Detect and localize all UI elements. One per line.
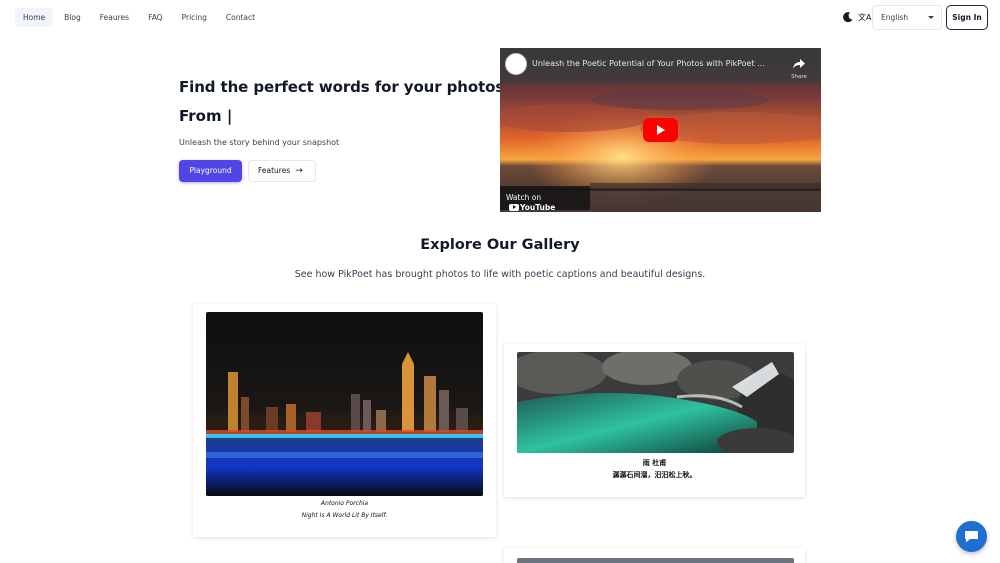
nav-link-blog[interactable]: Blog xyxy=(56,8,89,27)
play-button[interactable] xyxy=(643,118,678,142)
watch-on-youtube[interactable]: Watch on YouTube xyxy=(500,186,590,212)
channel-avatar[interactable] xyxy=(505,53,527,75)
chat-button[interactable] xyxy=(956,521,987,552)
card-caption-author: Antonio Porchia xyxy=(320,500,369,507)
stream-image xyxy=(517,352,794,453)
chat-icon xyxy=(965,531,978,543)
play-icon xyxy=(657,125,665,135)
share-icon xyxy=(793,59,805,69)
nav-link-faq[interactable]: FAQ xyxy=(140,8,171,27)
nav-link-home[interactable]: Home xyxy=(15,8,54,27)
arrow-right-icon: → xyxy=(295,166,303,176)
features-button[interactable]: Features → xyxy=(248,160,316,182)
language-value: English xyxy=(881,13,909,22)
gallery-card[interactable]: Antonio Porchia Night Is A World Lit By … xyxy=(193,304,496,537)
gallery-card[interactable] xyxy=(504,548,805,563)
moon-icon[interactable] xyxy=(842,11,854,23)
nav-link-features[interactable]: Feaures xyxy=(92,8,137,27)
card-caption-text: Night Is A World Lit By Itself. xyxy=(301,512,388,519)
share-label: Share xyxy=(791,74,807,80)
nav-link-contact[interactable]: Contact xyxy=(218,8,263,27)
youtube-label: YouTube xyxy=(520,202,556,212)
gallery-subtitle: See how PikPoet has brought photos to li… xyxy=(294,269,706,280)
playground-button[interactable]: Playground xyxy=(179,160,242,182)
gallery-title: Explore Our Gallery xyxy=(420,237,580,253)
card-caption-text: 潺潺石间溜，汩汩松上秋。 xyxy=(612,471,697,479)
gallery-card[interactable]: 雨 杜甫 潺潺石间溜，汩汩松上秋。 xyxy=(504,344,805,497)
features-button-label: Features xyxy=(258,166,291,175)
hero-subtitle: Unleash the story behind your snapshot xyxy=(179,138,340,147)
nav-links: Home Blog Feaures FAQ Pricing Contact xyxy=(15,8,266,27)
city-night-image xyxy=(206,312,483,496)
video-title[interactable]: Unleash the Poetic Potential of Your Pho… xyxy=(532,59,777,68)
chevron-down-icon xyxy=(928,16,934,19)
youtube-logo: YouTube xyxy=(509,203,555,212)
watch-on-label: Watch on xyxy=(506,193,542,202)
share-button[interactable]: Share xyxy=(788,54,810,80)
top-navbar: Home Blog Feaures FAQ Pricing Contact 文A… xyxy=(0,0,1000,36)
card-caption-author: 雨 杜甫 xyxy=(642,459,667,467)
gallery-image xyxy=(517,558,794,563)
hero-title: Find the perfect words for your photos xyxy=(179,78,505,96)
translate-icon[interactable]: 文A xyxy=(858,12,871,23)
typing-text: From | xyxy=(179,107,233,125)
youtube-play-icon xyxy=(509,203,519,211)
language-select[interactable]: English xyxy=(872,5,942,30)
sign-in-button[interactable]: Sign In xyxy=(946,5,988,30)
video-embed[interactable]: Unleash the Poetic Potential of Your Pho… xyxy=(500,48,821,212)
nav-link-pricing[interactable]: Pricing xyxy=(174,8,215,27)
